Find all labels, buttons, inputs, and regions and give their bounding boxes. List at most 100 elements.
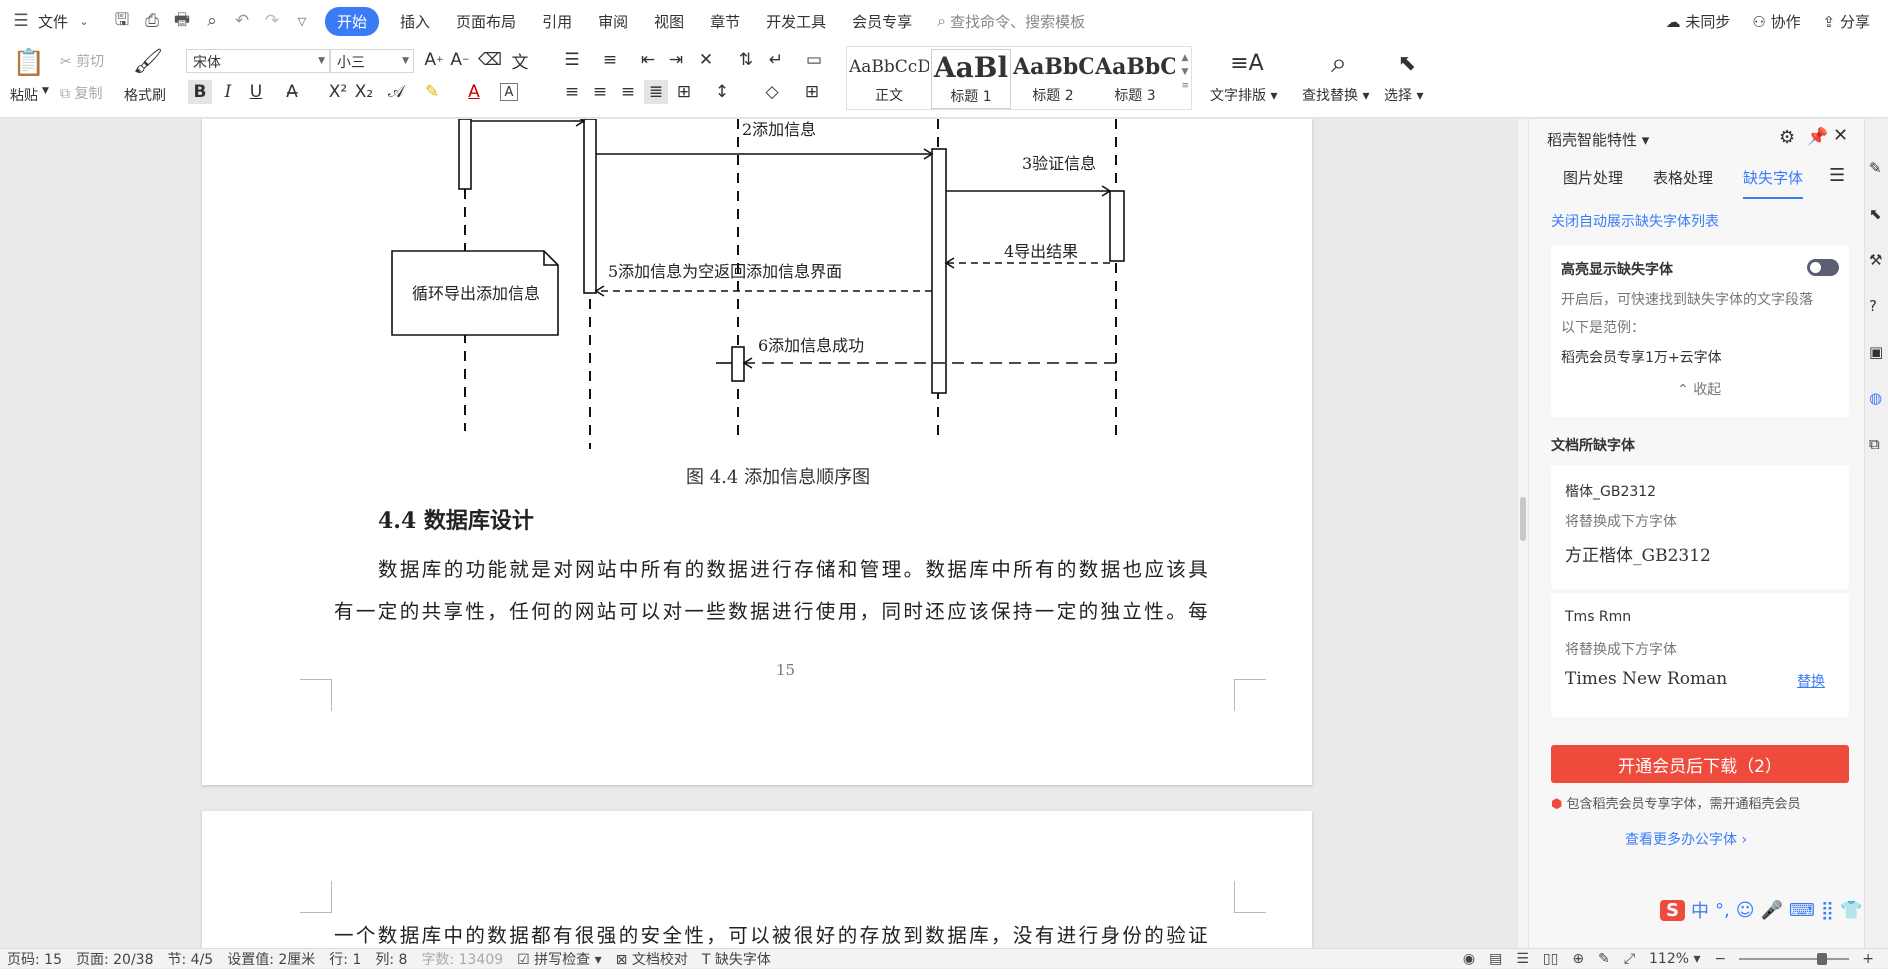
zoom-slider[interactable] xyxy=(1739,952,1850,965)
cut-button[interactable]: ✂ 剪切 xyxy=(60,51,104,71)
cursor-icon[interactable]: ⬉ xyxy=(1869,205,1882,223)
command-search[interactable]: ⌕ 查找命令、搜索模板 xyxy=(937,11,1085,32)
chinese-layout-icon[interactable]: ✕ xyxy=(694,48,718,72)
numbered-list-icon[interactable]: ≡ xyxy=(598,48,622,72)
page-16[interactable]: 一个数据库中的数据都有很强的安全性，可以被很好的存放到数据库，没有进行身份的验证 xyxy=(202,811,1312,948)
status-section[interactable]: 节: 4/5 xyxy=(161,949,221,969)
ruler-icon[interactable]: ▭ xyxy=(802,48,826,72)
status-wordcount[interactable]: 字数: 13409 xyxy=(414,949,510,969)
font-icon[interactable]: ◍ xyxy=(1869,389,1882,407)
print-preview-icon[interactable]: ⌕ xyxy=(201,10,223,32)
show-marks-icon[interactable]: ↵ xyxy=(764,48,788,72)
status-page[interactable]: 页码: 15 xyxy=(0,949,69,969)
keyboard-icon[interactable]: ⌨ xyxy=(1789,900,1815,921)
page-15[interactable]: 2添加信息 3验证信息 4导出结果 5添加信息为空返回添加信息界面 6添加信息成… xyxy=(202,119,1312,785)
style-heading-1[interactable]: AaBl 标题 1 xyxy=(931,49,1011,109)
pen-icon[interactable]: ✎ xyxy=(1591,951,1617,967)
tab-chapter[interactable]: 章节 xyxy=(697,11,753,32)
sync-button[interactable]: ☁ 未同步 xyxy=(1666,11,1731,32)
increase-font-icon[interactable]: A + xyxy=(422,48,446,72)
scrollbar-thumb[interactable] xyxy=(1520,497,1526,541)
superscript-icon[interactable]: X² xyxy=(326,80,350,104)
replace-link[interactable]: 替换 xyxy=(1797,671,1825,691)
font-name-select[interactable]: 宋体 ▼ xyxy=(186,49,330,73)
mic-icon[interactable]: 🎤 xyxy=(1760,900,1782,921)
sort-icon[interactable]: ⇅ xyxy=(734,48,758,72)
bullet-list-icon[interactable]: ☰ xyxy=(560,48,584,72)
tab-missing-fonts[interactable]: 缺失字体 xyxy=(1743,167,1804,199)
web-view-icon[interactable]: ⊕ xyxy=(1565,951,1591,967)
zoom-out-icon[interactable]: − xyxy=(1708,951,1734,967)
align-right-icon[interactable]: ≡ xyxy=(616,80,640,104)
zoom-level[interactable]: 112% ▾ xyxy=(1642,951,1708,967)
undo-icon[interactable]: ↶ xyxy=(231,10,253,32)
align-center-icon[interactable]: ≡ xyxy=(588,80,612,104)
subscript-icon[interactable]: X₂ xyxy=(352,80,376,104)
doc-check-button[interactable]: ⊠ 文档校对 xyxy=(609,949,695,969)
char-border-icon[interactable]: A xyxy=(500,83,518,101)
borders-icon[interactable]: ⊞ xyxy=(800,80,824,104)
tab-table-processing[interactable]: 表格处理 xyxy=(1653,167,1713,188)
style-normal[interactable]: AaBbCcD 正文 xyxy=(849,49,929,109)
help-icon[interactable]: ? xyxy=(1869,297,1877,315)
align-left-icon[interactable]: ≡ xyxy=(560,80,584,104)
zoom-in-icon[interactable]: + xyxy=(1855,951,1888,967)
image-icon[interactable]: ▣ xyxy=(1869,343,1883,361)
read-view-icon[interactable]: ▯▯ xyxy=(1536,951,1565,967)
chevron-down-icon[interactable]: ⌄ xyxy=(73,10,95,32)
format-painter-icon[interactable]: 🖌 xyxy=(133,46,163,76)
tab-page-layout[interactable]: 页面布局 xyxy=(443,11,529,32)
menu-grid-icon[interactable]: ⣿ xyxy=(1821,900,1834,921)
more-fonts-link[interactable]: 查看更多办公字体 › xyxy=(1625,829,1747,849)
vertical-scrollbar[interactable] xyxy=(1518,119,1528,948)
tab-review[interactable]: 审阅 xyxy=(585,11,641,32)
decrease-font-icon[interactable]: A − xyxy=(448,48,472,72)
status-row[interactable]: 行: 1 xyxy=(322,949,368,969)
tab-image-processing[interactable]: 图片处理 xyxy=(1563,167,1623,188)
bold-icon[interactable]: B xyxy=(188,80,212,104)
auto-show-link[interactable]: 关闭自动展示缺失字体列表 xyxy=(1551,211,1719,231)
collapse-button[interactable]: ⌃ 收起 xyxy=(1677,379,1721,399)
status-pages[interactable]: 页面: 20/38 xyxy=(69,949,161,969)
close-icon[interactable]: ✕ xyxy=(1833,125,1848,146)
tab-references[interactable]: 引用 xyxy=(529,11,585,32)
export-pdf-icon[interactable]: ⎙ xyxy=(141,10,163,32)
italic-icon[interactable]: I xyxy=(216,80,240,104)
status-setting[interactable]: 设置值: 2厘米 xyxy=(220,949,322,969)
text-layout-button[interactable]: 文字排版 ▾ xyxy=(1210,85,1277,105)
gallery-scroll-icon[interactable]: ▲ ▼ ≡ xyxy=(1181,51,1189,93)
buy-member-button[interactable]: 开通会员后下载（2） xyxy=(1551,745,1849,783)
page-view-icon[interactable]: ▤ xyxy=(1482,951,1509,967)
style-heading-3[interactable]: AaBbC 标题 3 xyxy=(1095,49,1175,109)
paste-button[interactable]: 粘贴 xyxy=(10,85,38,105)
tab-view[interactable]: 视图 xyxy=(641,11,697,32)
distribute-icon[interactable]: ⊞ xyxy=(672,80,696,104)
hamburger-icon[interactable]: ☰ xyxy=(10,10,32,32)
outline-view-icon[interactable]: ☰ xyxy=(1509,951,1536,967)
status-col[interactable]: 列: 8 xyxy=(368,949,414,969)
phonetic-icon[interactable]: 文 xyxy=(508,48,532,73)
panel-title[interactable]: 稻壳智能特性 ▾ xyxy=(1547,129,1649,150)
quick-access-dropdown-icon[interactable]: ▽ xyxy=(291,10,313,32)
find-replace-button[interactable]: 查找替换 ▾ xyxy=(1302,85,1369,105)
decrease-indent-icon[interactable]: ⇤ xyxy=(636,48,660,72)
text-effect-icon[interactable]: 𝒜 xyxy=(384,80,408,104)
document-area[interactable]: 2添加信息 3验证信息 4导出结果 5添加信息为空返回添加信息界面 6添加信息成… xyxy=(0,119,1518,948)
sogou-logo-icon[interactable]: S xyxy=(1660,899,1685,921)
strikethrough-icon[interactable]: A̶ xyxy=(280,80,304,104)
increase-indent-icon[interactable]: ⇥ xyxy=(664,48,688,72)
zoom-slider-thumb[interactable] xyxy=(1817,952,1828,965)
edit-icon[interactable]: ✎ xyxy=(1869,159,1882,177)
tab-member[interactable]: 会员专享 xyxy=(839,11,925,32)
more-menu-icon[interactable]: ☰ xyxy=(1829,165,1845,186)
paste-dropdown-icon[interactable]: ▼ xyxy=(42,86,49,96)
clear-format-icon[interactable]: ⌫ xyxy=(478,48,502,72)
settings-icon[interactable]: ⚙ xyxy=(1779,127,1795,148)
highlight-toggle[interactable] xyxy=(1807,259,1839,276)
find-replace-icon[interactable]: ⌕ xyxy=(1322,46,1356,80)
tab-home[interactable]: 开始 xyxy=(325,6,380,36)
redo-icon[interactable]: ↷ xyxy=(261,10,283,32)
copy-button[interactable]: ⧉ 复制 xyxy=(60,83,102,103)
highlight-icon[interactable]: ✎ xyxy=(420,80,444,104)
collab-button[interactable]: ⚇ 协作 xyxy=(1752,11,1800,32)
